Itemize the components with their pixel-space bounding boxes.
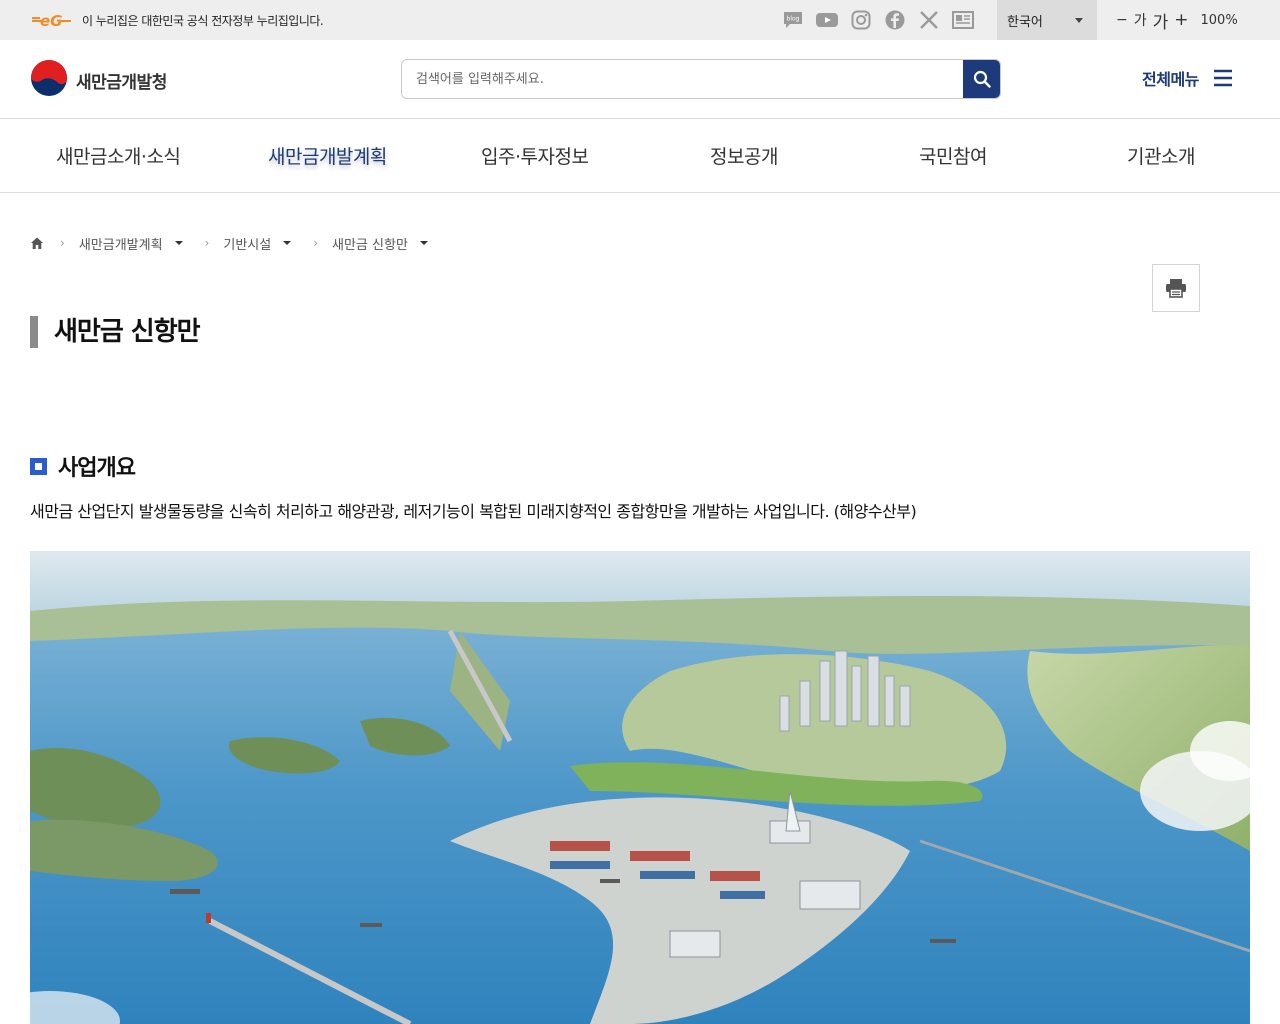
site-logo-emblem[interactable] [30, 59, 68, 97]
global-nav: 새만금소개·소식 새만금개발계획 입주·투자정보 정보공개 국민참여 기관소개 [0, 119, 1280, 193]
zoom-controls: − 가 가 + 100% [1116, 8, 1238, 33]
printer-icon [1166, 279, 1186, 298]
section-heading: 사업개요 [30, 450, 136, 482]
site-name[interactable]: 새만금개발청 [76, 68, 167, 93]
caret-down-icon[interactable] [174, 241, 183, 245]
nav-item-agency[interactable]: 기관소개 [1127, 142, 1195, 169]
facebook-icon[interactable] [884, 9, 906, 31]
x-icon[interactable] [918, 9, 940, 31]
youtube-icon[interactable] [816, 9, 838, 31]
chevron-right-icon: › [313, 236, 319, 250]
section-title-text: 사업개요 [58, 456, 136, 481]
font-large-button[interactable]: 가 [1153, 8, 1169, 33]
nav-item-participation[interactable]: 국민참여 [919, 142, 987, 169]
egov-logo: eG [32, 12, 71, 30]
breadcrumb-item[interactable]: 새만금개발계획 [79, 234, 163, 253]
port-aerial-image [30, 551, 1250, 1024]
gov-banner-text: 이 누리집은 대한민국 공식 전자정부 누리집입니다. [82, 14, 324, 28]
nav-item-development-plan[interactable]: 새만금개발계획 [268, 142, 387, 169]
breadcrumb-item[interactable]: 기반시설 [223, 234, 271, 253]
section-bullet-icon [30, 457, 47, 475]
caret-down-icon [1075, 18, 1083, 23]
caret-down-icon[interactable] [419, 241, 428, 245]
page-title: 새만금 신항만 [30, 316, 201, 348]
chevron-right-icon: › [60, 236, 65, 250]
font-small-button[interactable]: 가 [1134, 10, 1147, 30]
instagram-icon[interactable] [850, 9, 872, 31]
nav-item-about[interactable]: 새만금소개·소식 [56, 142, 181, 169]
all-menu-button[interactable]: 전체메뉴 [1142, 66, 1233, 90]
breadcrumb-item[interactable]: 새만금 신항만 [332, 234, 408, 253]
breadcrumb: › 새만금개발계획 › 기반시설 › 새만금 신항만 [30, 233, 428, 253]
zoom-out-button[interactable]: − [1116, 12, 1128, 28]
search-icon [973, 70, 991, 88]
language-label: 한국어 [1007, 15, 1043, 30]
svg-text:eG: eG [40, 12, 63, 30]
home-icon[interactable] [30, 236, 44, 250]
zoom-percent: 100% [1200, 12, 1238, 28]
gov-banner: eG 이 누리집은 대한민국 공식 전자정부 누리집입니다. blog 한국어 … [0, 0, 1280, 40]
site-header: 새만금개발청 전체메뉴 [0, 40, 1280, 119]
caret-down-icon[interactable] [283, 241, 292, 245]
chevron-right-icon: › [204, 236, 210, 250]
search-button[interactable] [963, 60, 1000, 98]
nav-item-investment[interactable]: 입주·투자정보 [481, 142, 589, 169]
hamburger-icon [1213, 69, 1232, 87]
section-description: 새만금 산업단지 발생물동량을 신속히 처리하고 해양관광, 레저기능이 복합된… [30, 502, 917, 521]
all-menu-label: 전체메뉴 [1142, 70, 1199, 89]
search-input[interactable] [402, 60, 964, 98]
news-icon[interactable] [952, 9, 974, 31]
svg-text:blog: blog [787, 16, 800, 23]
zoom-in-button[interactable]: + [1174, 10, 1188, 30]
nav-item-disclosure[interactable]: 정보공개 [710, 142, 778, 169]
blog-icon[interactable]: blog [782, 9, 804, 31]
print-button[interactable] [1152, 264, 1200, 312]
language-select[interactable]: 한국어 [997, 0, 1097, 40]
search-form [401, 59, 1001, 99]
